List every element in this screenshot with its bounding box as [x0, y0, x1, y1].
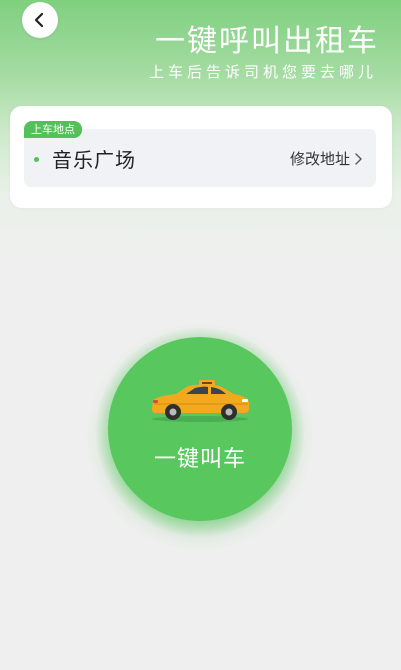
pickup-location-name: 音乐广场: [52, 148, 136, 172]
page-subtitle: 上车后告诉司机您要去哪儿: [148, 63, 377, 81]
modify-address-label: 修改地址: [289, 150, 350, 168]
call-taxi-label: 一键叫车: [153, 447, 246, 472]
modify-address-button[interactable]: 修改地址: [290, 148, 362, 169]
pickup-tag: 上车地点: [24, 121, 82, 138]
back-button[interactable]: [22, 2, 58, 38]
page-title: 一键呼叫出租车: [155, 24, 379, 59]
taxi-icon: [152, 380, 249, 422]
call-taxi-button[interactable]: 一键叫车: [108, 337, 292, 521]
chevron-left-icon: [34, 12, 44, 28]
pickup-card: 上车地点 音乐广场 修改地址: [10, 106, 392, 208]
pickup-location-box[interactable]: 音乐广场 修改地址: [24, 129, 376, 187]
chevron-right-icon: [355, 152, 362, 165]
dot-icon: [34, 157, 39, 162]
